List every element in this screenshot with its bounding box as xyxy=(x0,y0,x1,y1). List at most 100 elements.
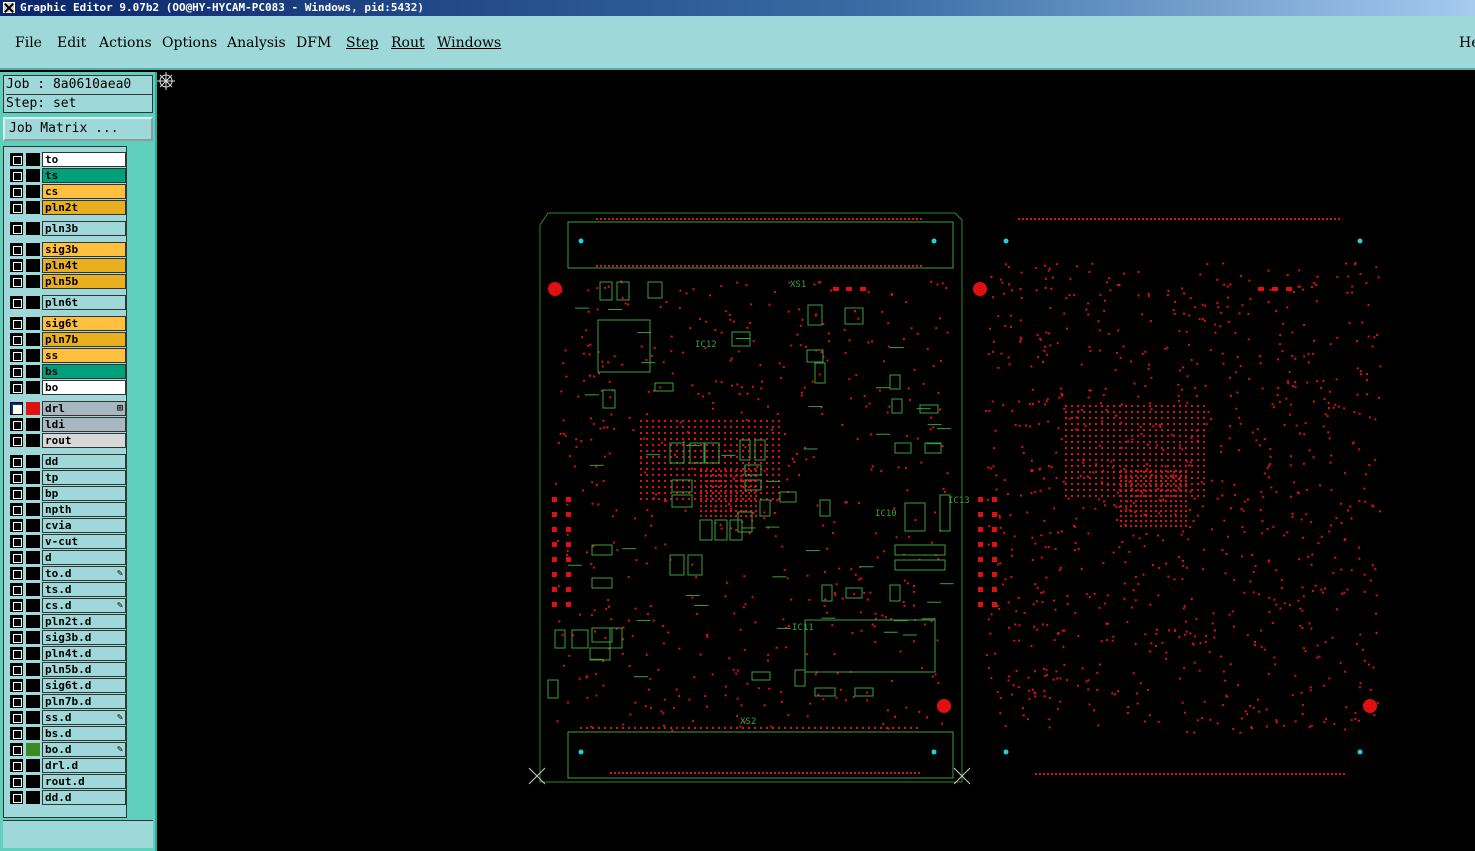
layer-name[interactable]: bo xyxy=(42,380,126,395)
layer-name[interactable]: dd.d xyxy=(42,790,126,805)
layer-row-bo[interactable]: bo xyxy=(8,380,126,395)
layer-color-swatch[interactable] xyxy=(26,296,40,309)
layer-checkbox[interactable] xyxy=(10,743,23,756)
layer-checkbox[interactable] xyxy=(10,153,23,166)
layer-row-pln5b.d[interactable]: pln5b.d xyxy=(8,662,126,677)
layer-checkbox[interactable] xyxy=(10,519,23,532)
layer-color-swatch[interactable] xyxy=(26,349,40,362)
layer-name[interactable]: drl ⊞ xyxy=(42,401,126,416)
layer-row-cvia[interactable]: cvia xyxy=(8,518,126,533)
layer-color-swatch[interactable] xyxy=(26,487,40,500)
layer-checkbox[interactable] xyxy=(10,434,23,447)
layer-row-pln4t[interactable]: pln4t xyxy=(8,258,126,273)
layer-checkbox[interactable] xyxy=(10,631,23,644)
layer-name[interactable]: pln5b xyxy=(42,274,126,289)
layer-row-cs[interactable]: cs xyxy=(8,184,126,199)
layer-row-sig6t[interactable]: sig6t xyxy=(8,316,126,331)
layer-row-ldi[interactable]: ldi xyxy=(8,417,126,432)
layer-name[interactable]: ts.d xyxy=(42,582,126,597)
layer-name[interactable]: sig6t xyxy=(42,316,126,331)
layer-row-rout[interactable]: rout xyxy=(8,433,126,448)
layer-color-swatch[interactable] xyxy=(26,567,40,580)
layer-checkbox[interactable] xyxy=(10,333,23,346)
layer-row-ss.d[interactable]: ss.d ✎ xyxy=(8,710,126,725)
layer-checkbox[interactable] xyxy=(10,567,23,580)
layer-name[interactable]: bo.d ✎ xyxy=(42,742,126,757)
layer-row-pln5b[interactable]: pln5b xyxy=(8,274,126,289)
layer-row-pln3b[interactable]: pln3b xyxy=(8,221,126,236)
layer-row-pln4t.d[interactable]: pln4t.d xyxy=(8,646,126,661)
layer-name[interactable]: rout xyxy=(42,433,126,448)
layer-color-swatch[interactable] xyxy=(26,583,40,596)
layer-name[interactable]: d xyxy=(42,550,126,565)
layer-row-bo.d[interactable]: bo.d ✎ xyxy=(8,742,126,757)
layer-name[interactable]: pln4t xyxy=(42,258,126,273)
layer-checkbox[interactable] xyxy=(10,455,23,468)
layer-color-swatch[interactable] xyxy=(26,647,40,660)
layer-color-swatch[interactable] xyxy=(26,791,40,804)
layer-row-d[interactable]: d xyxy=(8,550,126,565)
layer-row-tp[interactable]: tp xyxy=(8,470,126,485)
layer-name[interactable]: cs.d ✎ xyxy=(42,598,126,613)
layer-checkbox[interactable] xyxy=(10,317,23,330)
layer-color-swatch[interactable] xyxy=(26,551,40,564)
layer-checkbox[interactable] xyxy=(10,615,23,628)
layer-color-swatch[interactable] xyxy=(26,615,40,628)
layer-checkbox[interactable] xyxy=(10,663,23,676)
layer-name[interactable]: v-cut xyxy=(42,534,126,549)
layer-color-swatch[interactable] xyxy=(26,695,40,708)
menu-actions[interactable]: Actions xyxy=(99,35,152,51)
layer-row-to.d[interactable]: to.d ✎ xyxy=(8,566,126,581)
layer-name[interactable]: sig3b xyxy=(42,242,126,257)
layer-row-ss[interactable]: ss xyxy=(8,348,126,363)
menu-analysis[interactable]: Analysis xyxy=(227,35,286,51)
layer-row-drl[interactable]: drl ⊞ xyxy=(8,401,126,416)
layer-color-swatch[interactable] xyxy=(26,185,40,198)
menu-windows[interactable]: Windows xyxy=(437,35,501,51)
layer-row-dd.d[interactable]: dd.d xyxy=(8,790,126,805)
layer-checkbox[interactable] xyxy=(10,679,23,692)
layer-name[interactable]: pln4t.d xyxy=(42,646,126,661)
layer-name[interactable]: to xyxy=(42,152,126,167)
layer-row-pln2t.d[interactable]: pln2t.d xyxy=(8,614,126,629)
layer-color-swatch[interactable] xyxy=(26,535,40,548)
layer-row-bp[interactable]: bp xyxy=(8,486,126,501)
graphic-canvas[interactable]: IC12 XS1 XS2 IC11 IC10 IC13 xyxy=(157,72,1475,851)
layer-row-dd[interactable]: dd xyxy=(8,454,126,469)
layer-color-swatch[interactable] xyxy=(26,381,40,394)
layer-name[interactable]: bp xyxy=(42,486,126,501)
layer-row-drl.d[interactable]: drl.d xyxy=(8,758,126,773)
layer-color-swatch[interactable] xyxy=(26,201,40,214)
layer-name[interactable]: npth xyxy=(42,502,126,517)
layer-row-rout.d[interactable]: rout.d xyxy=(8,774,126,789)
layer-name[interactable]: pln2t.d xyxy=(42,614,126,629)
layer-color-swatch[interactable] xyxy=(26,727,40,740)
layer-name[interactable]: cvia xyxy=(42,518,126,533)
pcb-view[interactable]: IC12XS1XS2IC11IC10IC13 xyxy=(157,72,1475,851)
layer-name[interactable]: bs xyxy=(42,364,126,379)
layer-color-swatch[interactable] xyxy=(26,679,40,692)
layer-name[interactable]: sig6t.d xyxy=(42,678,126,693)
layer-checkbox[interactable] xyxy=(10,503,23,516)
layer-row-cs.d[interactable]: cs.d ✎ xyxy=(8,598,126,613)
menu-step[interactable]: Step xyxy=(346,35,378,51)
layer-name[interactable]: pln6t xyxy=(42,295,126,310)
layer-checkbox[interactable] xyxy=(10,296,23,309)
layer-checkbox[interactable] xyxy=(10,535,23,548)
layer-name[interactable]: cs xyxy=(42,184,126,199)
layer-name[interactable]: ts xyxy=(42,168,126,183)
layer-name[interactable]: ldi xyxy=(42,417,126,432)
layer-checkbox[interactable] xyxy=(10,349,23,362)
layer-checkbox[interactable] xyxy=(10,259,23,272)
layer-checkbox[interactable] xyxy=(10,647,23,660)
layer-checkbox[interactable] xyxy=(10,695,23,708)
layer-color-swatch[interactable] xyxy=(26,243,40,256)
layer-color-swatch[interactable] xyxy=(26,599,40,612)
layer-color-swatch[interactable] xyxy=(26,402,40,415)
layer-row-bs[interactable]: bs xyxy=(8,364,126,379)
layer-name[interactable]: pln3b xyxy=(42,221,126,236)
layer-color-swatch[interactable] xyxy=(26,333,40,346)
layer-checkbox[interactable] xyxy=(10,418,23,431)
layer-row-sig3b[interactable]: sig3b xyxy=(8,242,126,257)
layer-checkbox[interactable] xyxy=(10,711,23,724)
